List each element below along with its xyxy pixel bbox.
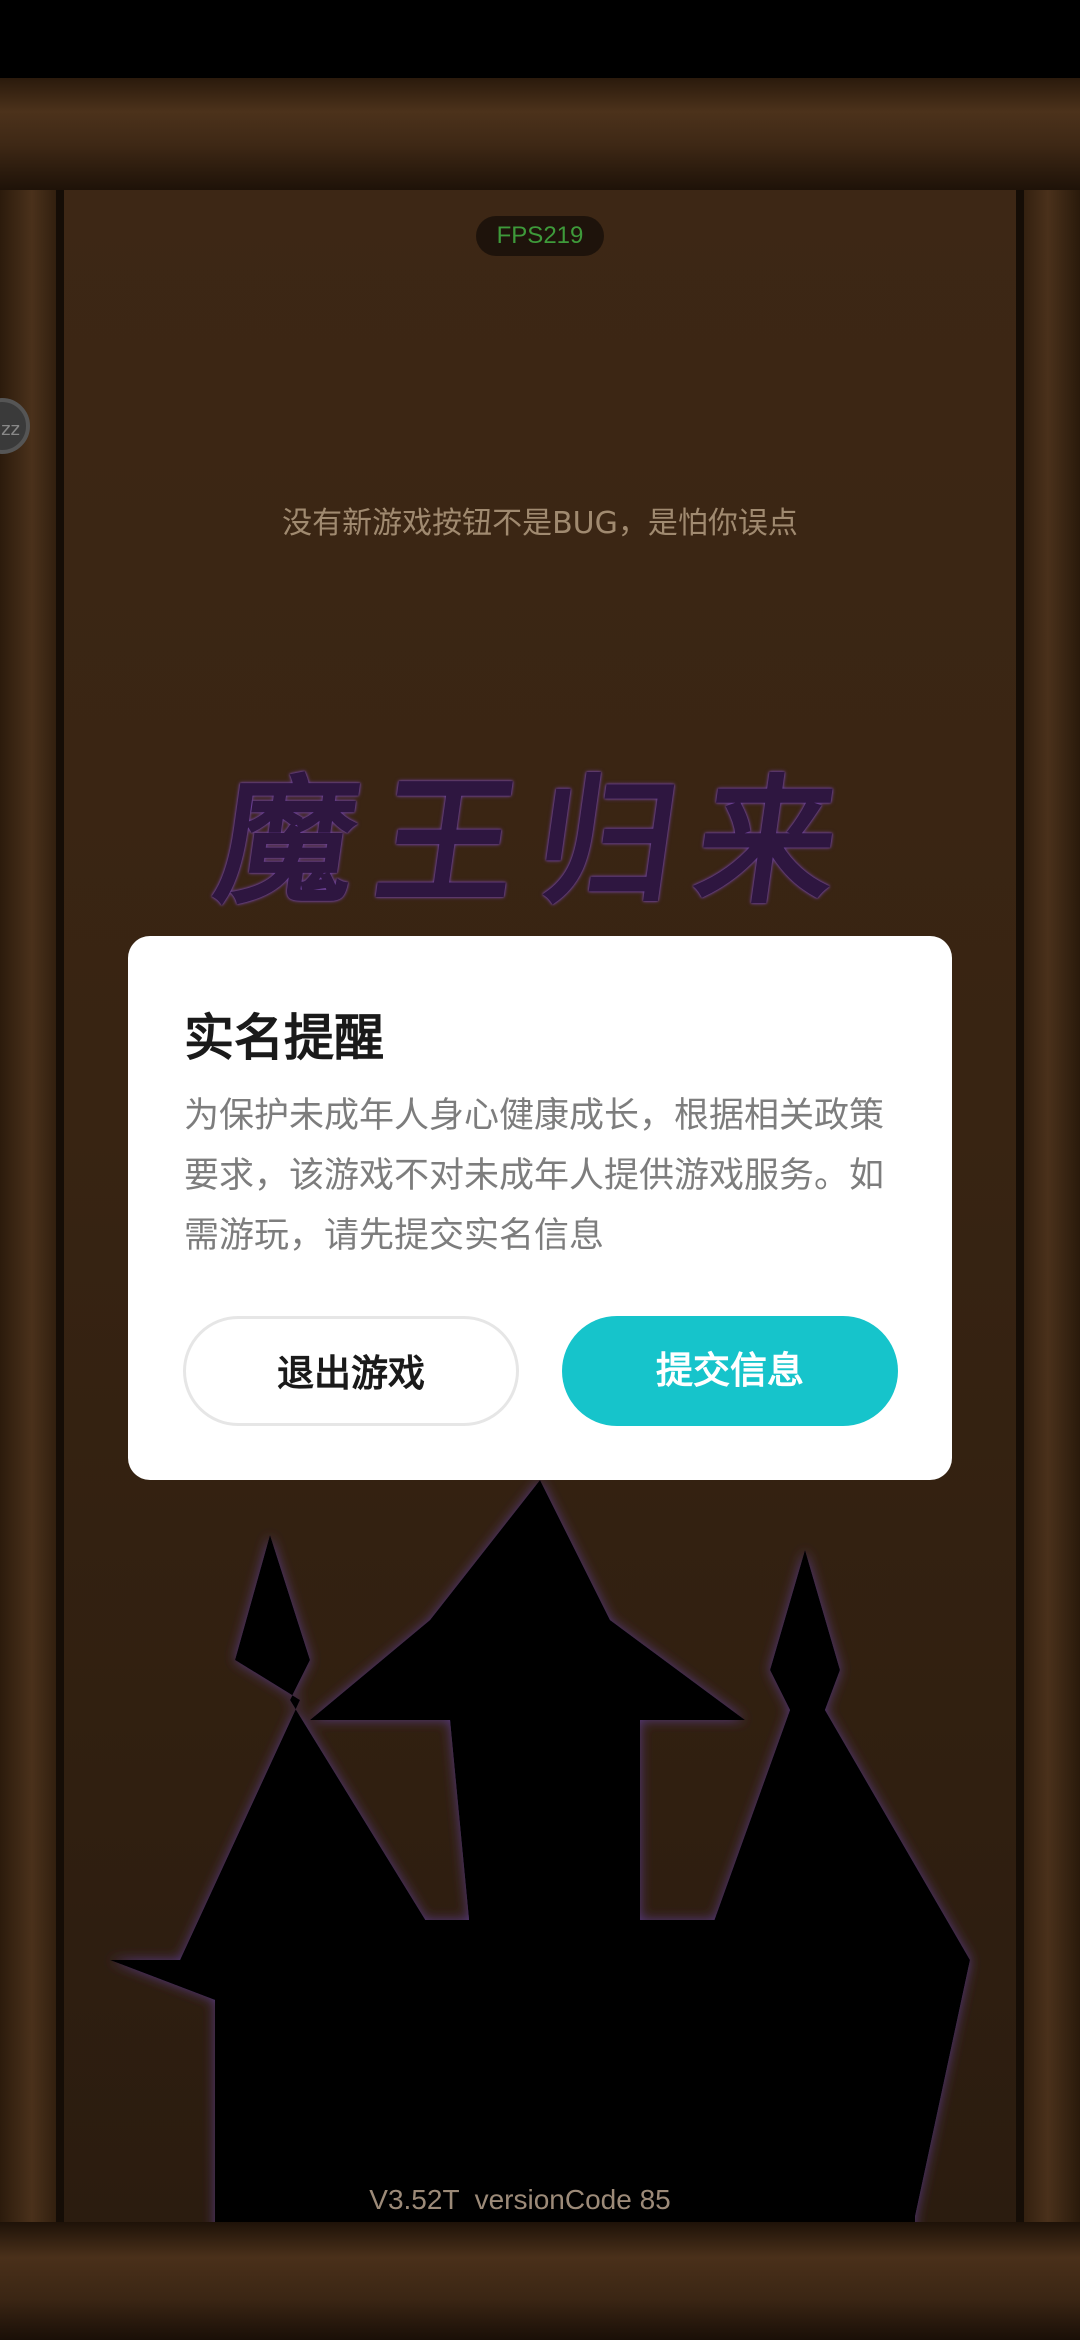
fps-counter: FPS219 [476, 216, 604, 256]
version-label: V3.52T versionCode 85 [369, 2184, 671, 2215]
real-name-reminder-dialog: 实名提醒 为保护未成年人身心健康成长，根据相关政策要求，该游戏不对未成年人提供游… [128, 936, 952, 1480]
status-bar [0, 0, 1080, 78]
game-screen: FPS219 zz 没有新游戏按钮不是BUG，是怕你误点 魔王归来 V3.52T… [0, 0, 1080, 2340]
top-wood-beam [0, 78, 1080, 190]
dialog-message: 为保护未成年人身心健康成长，根据相关政策要求，该游戏不对未成年人提供游戏服务。如… [184, 1096, 885, 1256]
bottom-wood-beam [0, 2222, 1080, 2340]
hint-text: 没有新游戏按钮不是BUG，是怕你误点 [282, 506, 798, 541]
castle-silhouette [110, 1480, 970, 2240]
dialog-title: 实名提醒 [184, 1009, 384, 1067]
game-title-logo: 魔王归来 [206, 760, 870, 923]
submit-info-button[interactable]: 提交信息 [562, 1316, 898, 1426]
exit-game-button[interactable]: 退出游戏 [183, 1316, 519, 1426]
